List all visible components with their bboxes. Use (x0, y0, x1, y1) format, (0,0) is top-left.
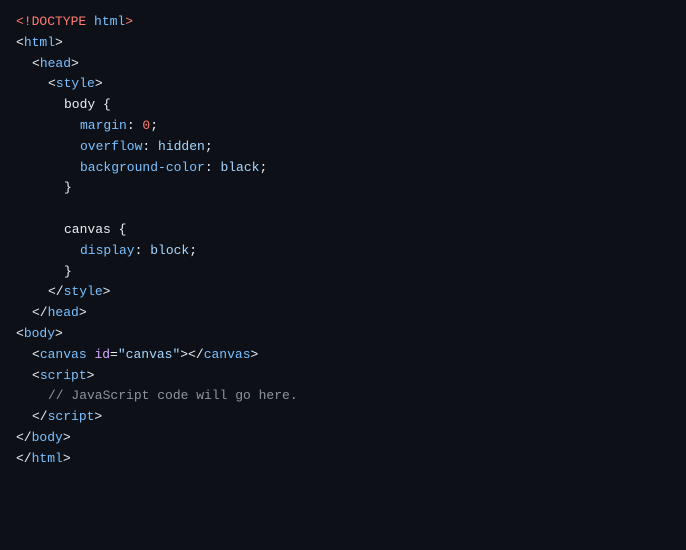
code-line: <html> (0, 33, 686, 54)
code-line: </style> (0, 282, 686, 303)
code-line: <body> (0, 324, 686, 345)
code-editor: <!DOCTYPE html><html><head><style>body {… (0, 0, 686, 550)
code-line: body { (0, 95, 686, 116)
code-line: <!DOCTYPE html> (0, 12, 686, 33)
code-line: overflow: hidden; (0, 137, 686, 158)
code-line: </head> (0, 303, 686, 324)
code-line: // JavaScript code will go here. (0, 386, 686, 407)
code-line: background-color: black; (0, 158, 686, 179)
code-line: </html> (0, 449, 686, 470)
code-line: canvas { (0, 220, 686, 241)
code-line: <canvas id="canvas"></canvas> (0, 345, 686, 366)
code-line: <script> (0, 366, 686, 387)
code-line: </script> (0, 407, 686, 428)
code-line (0, 199, 686, 220)
code-line: <head> (0, 54, 686, 75)
code-line: display: block; (0, 241, 686, 262)
code-line: } (0, 178, 686, 199)
code-line: } (0, 262, 686, 283)
code-line: </body> (0, 428, 686, 449)
code-line: <style> (0, 74, 686, 95)
code-line: margin: 0; (0, 116, 686, 137)
